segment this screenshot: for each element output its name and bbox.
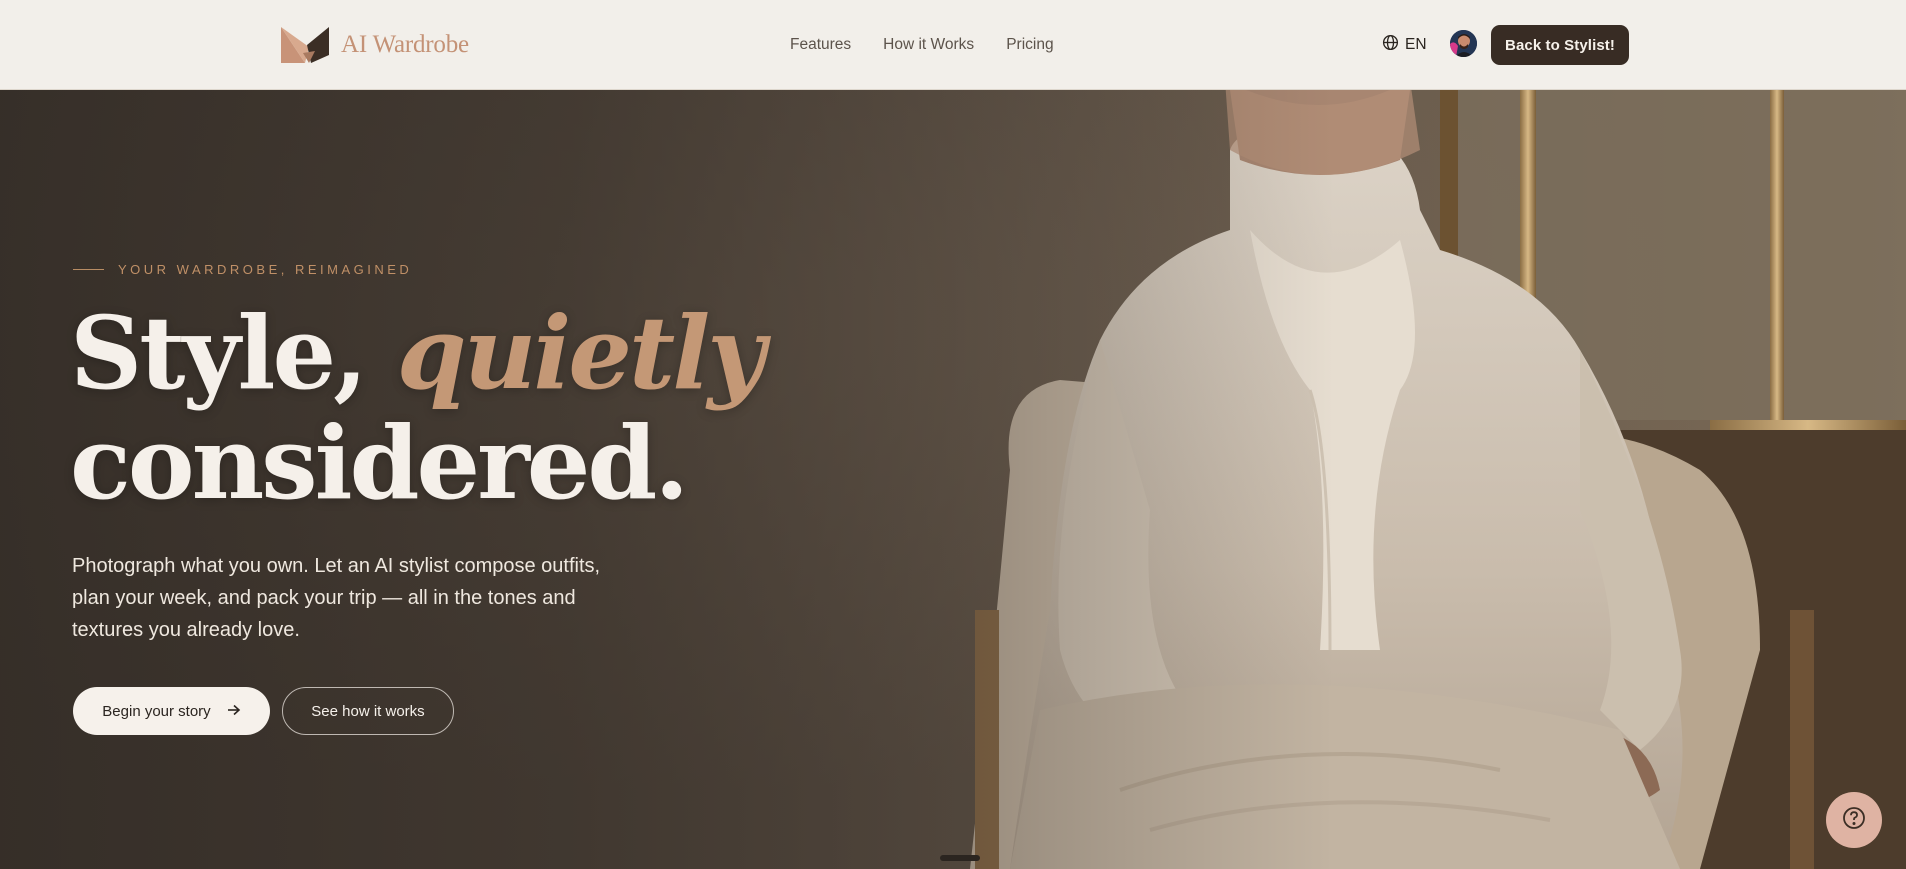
begin-story-button[interactable]: Begin your story [73,687,270,735]
hero-section: Your wardrobe, reimagined Style, quietly… [0,90,1906,869]
back-to-stylist-button[interactable]: Back to Stylist! [1491,25,1629,65]
headline-accent: quietly [396,294,766,412]
main-nav: Features How it Works Pricing [790,34,1054,56]
hero-description: Photograph what you own. Let an AI styli… [72,555,601,641]
language-selector[interactable]: EN [1382,34,1427,56]
hero-headline: Style, quietly considered. [70,298,765,518]
hero-eyebrow: Your wardrobe, reimagined [73,262,412,277]
globe-icon [1382,34,1399,56]
language-label: EN [1405,36,1427,53]
avatar[interactable] [1450,30,1477,57]
scroll-handle[interactable] [940,855,980,861]
logo-icon [279,25,331,65]
eyebrow-text: Your wardrobe, reimagined [118,262,413,277]
top-navigation-bar: AI Wardrobe Features How it Works Pricin… [0,0,1906,90]
eyebrow-rule [73,269,104,270]
headline-line1: Style, [70,294,368,412]
nav-features[interactable]: Features [790,34,851,56]
nav-how-it-works[interactable]: How it Works [883,34,974,56]
arrow-right-icon [227,703,241,720]
begin-story-label: Begin your story [102,702,211,720]
see-how-it-works-button[interactable]: See how it works [282,687,454,735]
logo-text: AI Wardrobe [341,31,469,58]
help-button[interactable] [1826,792,1882,848]
headline-line2: considered. [70,404,689,522]
logo[interactable]: AI Wardrobe [279,25,469,65]
help-icon [1841,805,1867,836]
nav-pricing[interactable]: Pricing [1006,34,1053,56]
